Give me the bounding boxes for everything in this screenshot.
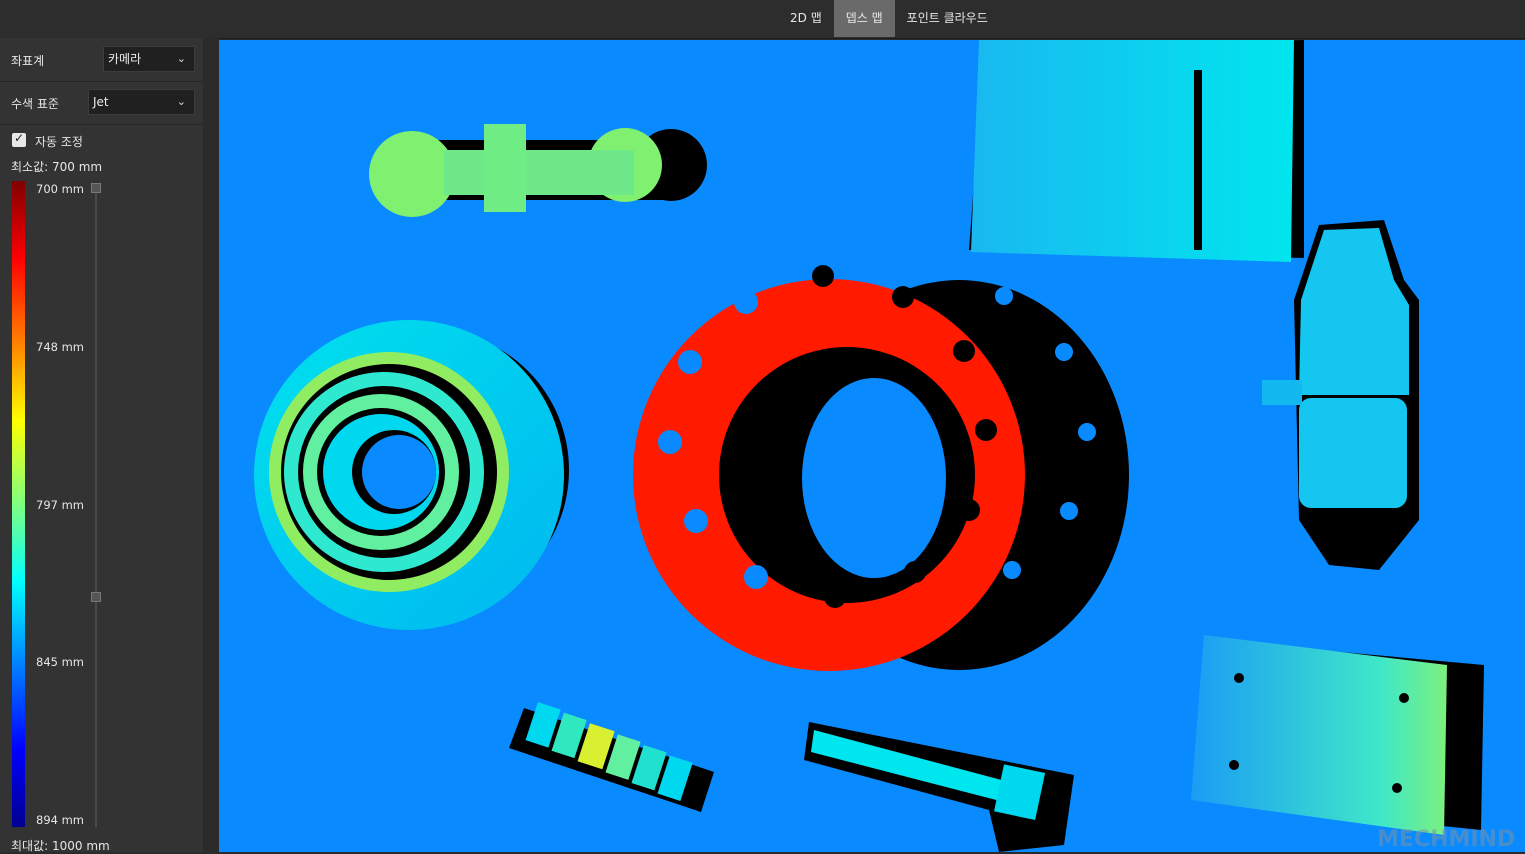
tick-label: 748 mm bbox=[36, 340, 85, 354]
range-slider-bottom-handle[interactable] bbox=[91, 592, 101, 602]
flange-object bbox=[633, 265, 1129, 671]
plate-object bbox=[1191, 635, 1484, 835]
box-object bbox=[969, 40, 1304, 262]
auto-adjust-checkbox[interactable]: ✓ bbox=[12, 131, 26, 147]
checkmark-icon: ✓ bbox=[14, 131, 25, 145]
chevron-down-icon: ⌄ bbox=[176, 52, 186, 65]
tick-label: 797 mm bbox=[36, 498, 85, 512]
tab-depth-map[interactable]: 뎁스 맵 bbox=[833, 0, 895, 37]
tick-label: 894 mm bbox=[36, 813, 85, 827]
colormap-bar bbox=[12, 181, 25, 827]
tick-label: 845 mm bbox=[36, 655, 85, 669]
range-slider-track[interactable] bbox=[95, 185, 97, 827]
range-slider-top-handle[interactable] bbox=[91, 183, 101, 193]
colormap-row: 수색 표준 Jet ⌄ bbox=[0, 82, 203, 125]
view-tabs: 2D 맵 뎁스 맵 포인트 클라우드 bbox=[778, 0, 1000, 37]
chevron-down-icon: ⌄ bbox=[176, 95, 186, 108]
tab-2d-map[interactable]: 2D 맵 bbox=[778, 0, 834, 37]
coord-label: 좌표계 bbox=[11, 54, 45, 68]
watermark-logo: MECHMIND bbox=[1377, 827, 1515, 852]
depth-map-image: MECHMIND bbox=[219, 40, 1525, 852]
depth-map-view[interactable]: MECHMIND bbox=[219, 40, 1525, 852]
sidebar: 좌표계 카메라 ⌄ 수색 표준 Jet ⌄ ✓ 자동 조정 최소값: 700 m… bbox=[0, 38, 203, 853]
max-value-text: 최대값: 1000 mm bbox=[11, 839, 110, 853]
coord-row: 좌표계 카메라 ⌄ bbox=[0, 38, 203, 82]
colormap-select[interactable]: Jet ⌄ bbox=[88, 89, 195, 115]
tab-point-cloud[interactable]: 포인트 클라우드 bbox=[895, 0, 1000, 37]
splitter[interactable] bbox=[203, 38, 219, 852]
coord-select[interactable]: 카메라 ⌄ bbox=[103, 46, 195, 72]
top-bar: 2D 맵 뎁스 맵 포인트 클라우드 bbox=[0, 0, 1525, 39]
colormap-label: 수색 표준 bbox=[11, 97, 59, 111]
coord-select-value: 카메라 bbox=[108, 52, 142, 66]
min-value-text: 최소값: 700 mm bbox=[11, 160, 103, 174]
colormap-select-value: Jet bbox=[93, 95, 109, 109]
tick-label: 700 mm bbox=[36, 182, 85, 196]
auto-adjust-label: 자동 조정 bbox=[35, 135, 83, 149]
